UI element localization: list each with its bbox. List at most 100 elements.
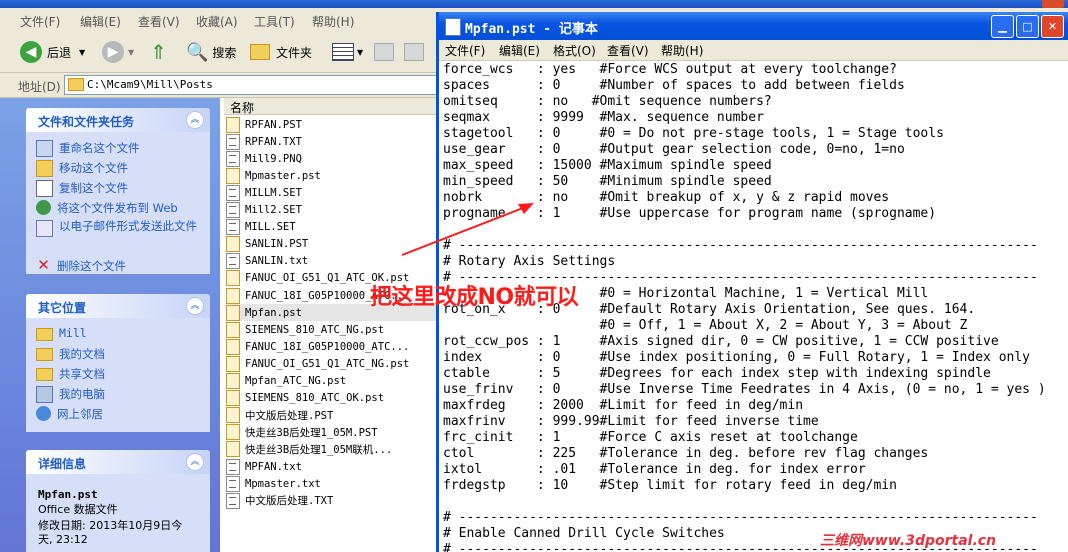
back-button[interactable]: ◀ 后退 ▼ [20, 38, 85, 66]
pst-file-icon [226, 373, 240, 389]
np-menu-view[interactable]: 查看(V) [607, 42, 649, 59]
place-shared-documents[interactable]: 共享文档 [36, 366, 105, 382]
shared-folder-icon [36, 368, 53, 381]
task-publish-web[interactable]: 将这个文件发布到 Web [36, 200, 178, 216]
folder-icon [68, 78, 84, 91]
explorer-close-button[interactable] [1042, 0, 1064, 8]
file-list-item[interactable]: FANUC_18I_G05P10000_ATC... [226, 338, 436, 355]
text-file-icon [226, 458, 240, 475]
forward-button[interactable]: ▶ ▼ [102, 38, 134, 66]
file-tasks-header[interactable]: 文件和文件夹任务 ︽ [26, 108, 210, 132]
chevron-down-icon[interactable]: ▼ [357, 48, 363, 57]
menu-tools[interactable]: 工具(T) [254, 13, 295, 30]
search-label: 搜索 [212, 45, 237, 60]
collapse-chevron-icon[interactable]: ︽ [186, 297, 204, 315]
place-network[interactable]: 网上邻居 [36, 406, 103, 422]
file-list-item[interactable]: Mill2.SET [226, 202, 436, 219]
file-name-label: 快走丝3B后处理1_05M联机... [245, 443, 393, 456]
file-list-item[interactable]: RPFAN.PST [226, 116, 436, 133]
text-file-icon [226, 475, 240, 492]
task-rename[interactable]: 重命名这个文件 [36, 140, 140, 157]
views-button[interactable]: ▼ [332, 38, 363, 66]
menu-edit[interactable]: 编辑(E) [80, 13, 121, 30]
file-list-item[interactable]: SANLIN.PST [226, 236, 436, 253]
file-list-item[interactable]: 快走丝3B后处理1_05M.PST [226, 424, 436, 441]
close-button[interactable]: ✕ [1041, 15, 1064, 38]
text-file-icon [226, 133, 240, 150]
file-list-item[interactable]: 中文版后处理.PST [226, 407, 436, 424]
file-list-item[interactable]: MILLM.SET [226, 184, 436, 201]
file-list-item[interactable]: Mpmaster.txt [226, 475, 436, 492]
notepad-icon [445, 18, 461, 36]
text-file-icon [226, 184, 240, 201]
code-line: #0 = Off, 1 = About X, 2 = About Y, 3 = … [443, 318, 968, 333]
chevron-down-icon[interactable]: ▼ [79, 48, 85, 57]
pst-file-icon [226, 167, 240, 184]
minimize-button[interactable]: ▁ [991, 15, 1014, 38]
place-my-computer[interactable]: 我的电脑 [36, 386, 105, 403]
file-list-item[interactable]: FANUC_OI_G51_Q1_ATC_NG.pst [226, 355, 436, 372]
code-line: max_speed : 15000 #Maximum spindle speed [443, 158, 772, 173]
file-list-item[interactable]: Mpfan_ATC_NG.pst [226, 373, 436, 390]
collapse-chevron-icon[interactable]: ︽ [186, 453, 204, 471]
menu-view[interactable]: 查看(V) [138, 13, 180, 30]
file-list-item[interactable]: Mpmaster.pst [226, 167, 436, 184]
views-icon [332, 43, 354, 61]
file-list-item[interactable]: SIEMENS_810_ATC_OK.pst [226, 390, 436, 407]
file-name-label: Mpmaster.pst [245, 169, 321, 182]
file-list-item[interactable]: MILL.SET [226, 219, 436, 236]
explorer-titlebar[interactable] [0, 0, 1068, 8]
file-name-label: RPFAN.PST [245, 118, 302, 131]
task-copy-label: 复制这个文件 [59, 181, 128, 195]
code-line: ctable : 5 #Degrees for each index step … [443, 366, 991, 381]
column-header-name[interactable]: 名称 [224, 98, 436, 115]
task-email[interactable]: 以电子邮件形式发送此文件 [36, 220, 204, 237]
file-list-item[interactable]: MPFAN.txt [226, 458, 436, 475]
file-list-item[interactable]: Mill9.PNQ [226, 150, 436, 167]
move-to-button[interactable] [374, 38, 394, 66]
notepad-titlebar[interactable]: Mpfan.pst - 记事本 ▁ □ ✕ [439, 12, 1068, 40]
address-input[interactable]: C:\Mcam9\Mill\Posts [64, 75, 438, 95]
other-places-header[interactable]: 其它位置 ︽ [26, 294, 210, 318]
folder-icon [36, 348, 53, 361]
pst-file-icon [226, 304, 240, 321]
place-my-documents[interactable]: 我的文档 [36, 346, 105, 362]
folders-button[interactable]: 文件夹 [250, 38, 312, 66]
np-menu-edit[interactable]: 编辑(E) [499, 42, 540, 59]
task-email-label: 以电子邮件形式发送此文件 [59, 219, 197, 233]
place-mill[interactable]: Mill [36, 326, 87, 341]
file-list-item[interactable]: 中文版后处理.TXT [226, 492, 436, 509]
task-move[interactable]: 移动这个文件 [36, 160, 128, 177]
up-folder-button[interactable]: ⇑ [150, 38, 167, 66]
task-copy[interactable]: 复制这个文件 [36, 180, 128, 197]
collapse-chevron-icon[interactable]: ︽ [186, 111, 204, 129]
notepad-title: Mpfan.pst - 记事本 [465, 22, 598, 37]
np-menu-file[interactable]: 文件(F) [445, 42, 485, 59]
file-name-label: Mpmaster.txt [245, 477, 321, 490]
file-list-item[interactable]: 快走丝3B后处理1_05M联机... [226, 441, 436, 458]
task-delete[interactable]: ✕ 删除这个文件 [36, 258, 126, 274]
menu-favorites[interactable]: 收藏(A) [196, 13, 238, 30]
pst-file-icon [226, 355, 240, 372]
menu-file[interactable]: 文件(F) [20, 13, 60, 30]
pst-file-icon [226, 236, 240, 253]
file-list-item[interactable]: RPFAN.TXT [226, 133, 436, 150]
copy-to-button[interactable] [404, 38, 424, 66]
file-name-label: Mpfan_ATC_NG.pst [245, 375, 347, 387]
address-label: 地址(D) [18, 80, 61, 94]
np-menu-help[interactable]: 帮助(H) [661, 42, 703, 59]
chevron-down-icon[interactable]: ▼ [128, 48, 134, 57]
file-name-label: FANUC_18I_G05P10000_ATC... [245, 340, 410, 353]
file-list-item[interactable]: SIEMENS_810_ATC_NG.pst [226, 321, 436, 338]
explorer-menubar: 文件(F) 编辑(E) 查看(V) 收藏(A) 工具(T) 帮助(H) [0, 8, 436, 33]
text-file-icon [226, 202, 240, 218]
explorer-toolbar: ◀ 后退 ▼ ▶ ▼ ⇑ 🔍 搜索 文件夹 ▼ [0, 32, 436, 73]
search-button[interactable]: 🔍 搜索 [186, 38, 236, 66]
np-menu-format[interactable]: 格式(O) [553, 42, 596, 59]
menu-help[interactable]: 帮助(H) [312, 13, 354, 30]
pst-file-icon [226, 321, 240, 338]
details-header[interactable]: 详细信息 ︽ [26, 450, 210, 474]
code-line: spaces : 0 #Number of spaces to add betw… [443, 78, 905, 93]
file-list-item[interactable]: SANLIN.txt [226, 253, 436, 270]
maximize-button[interactable]: □ [1016, 15, 1039, 38]
